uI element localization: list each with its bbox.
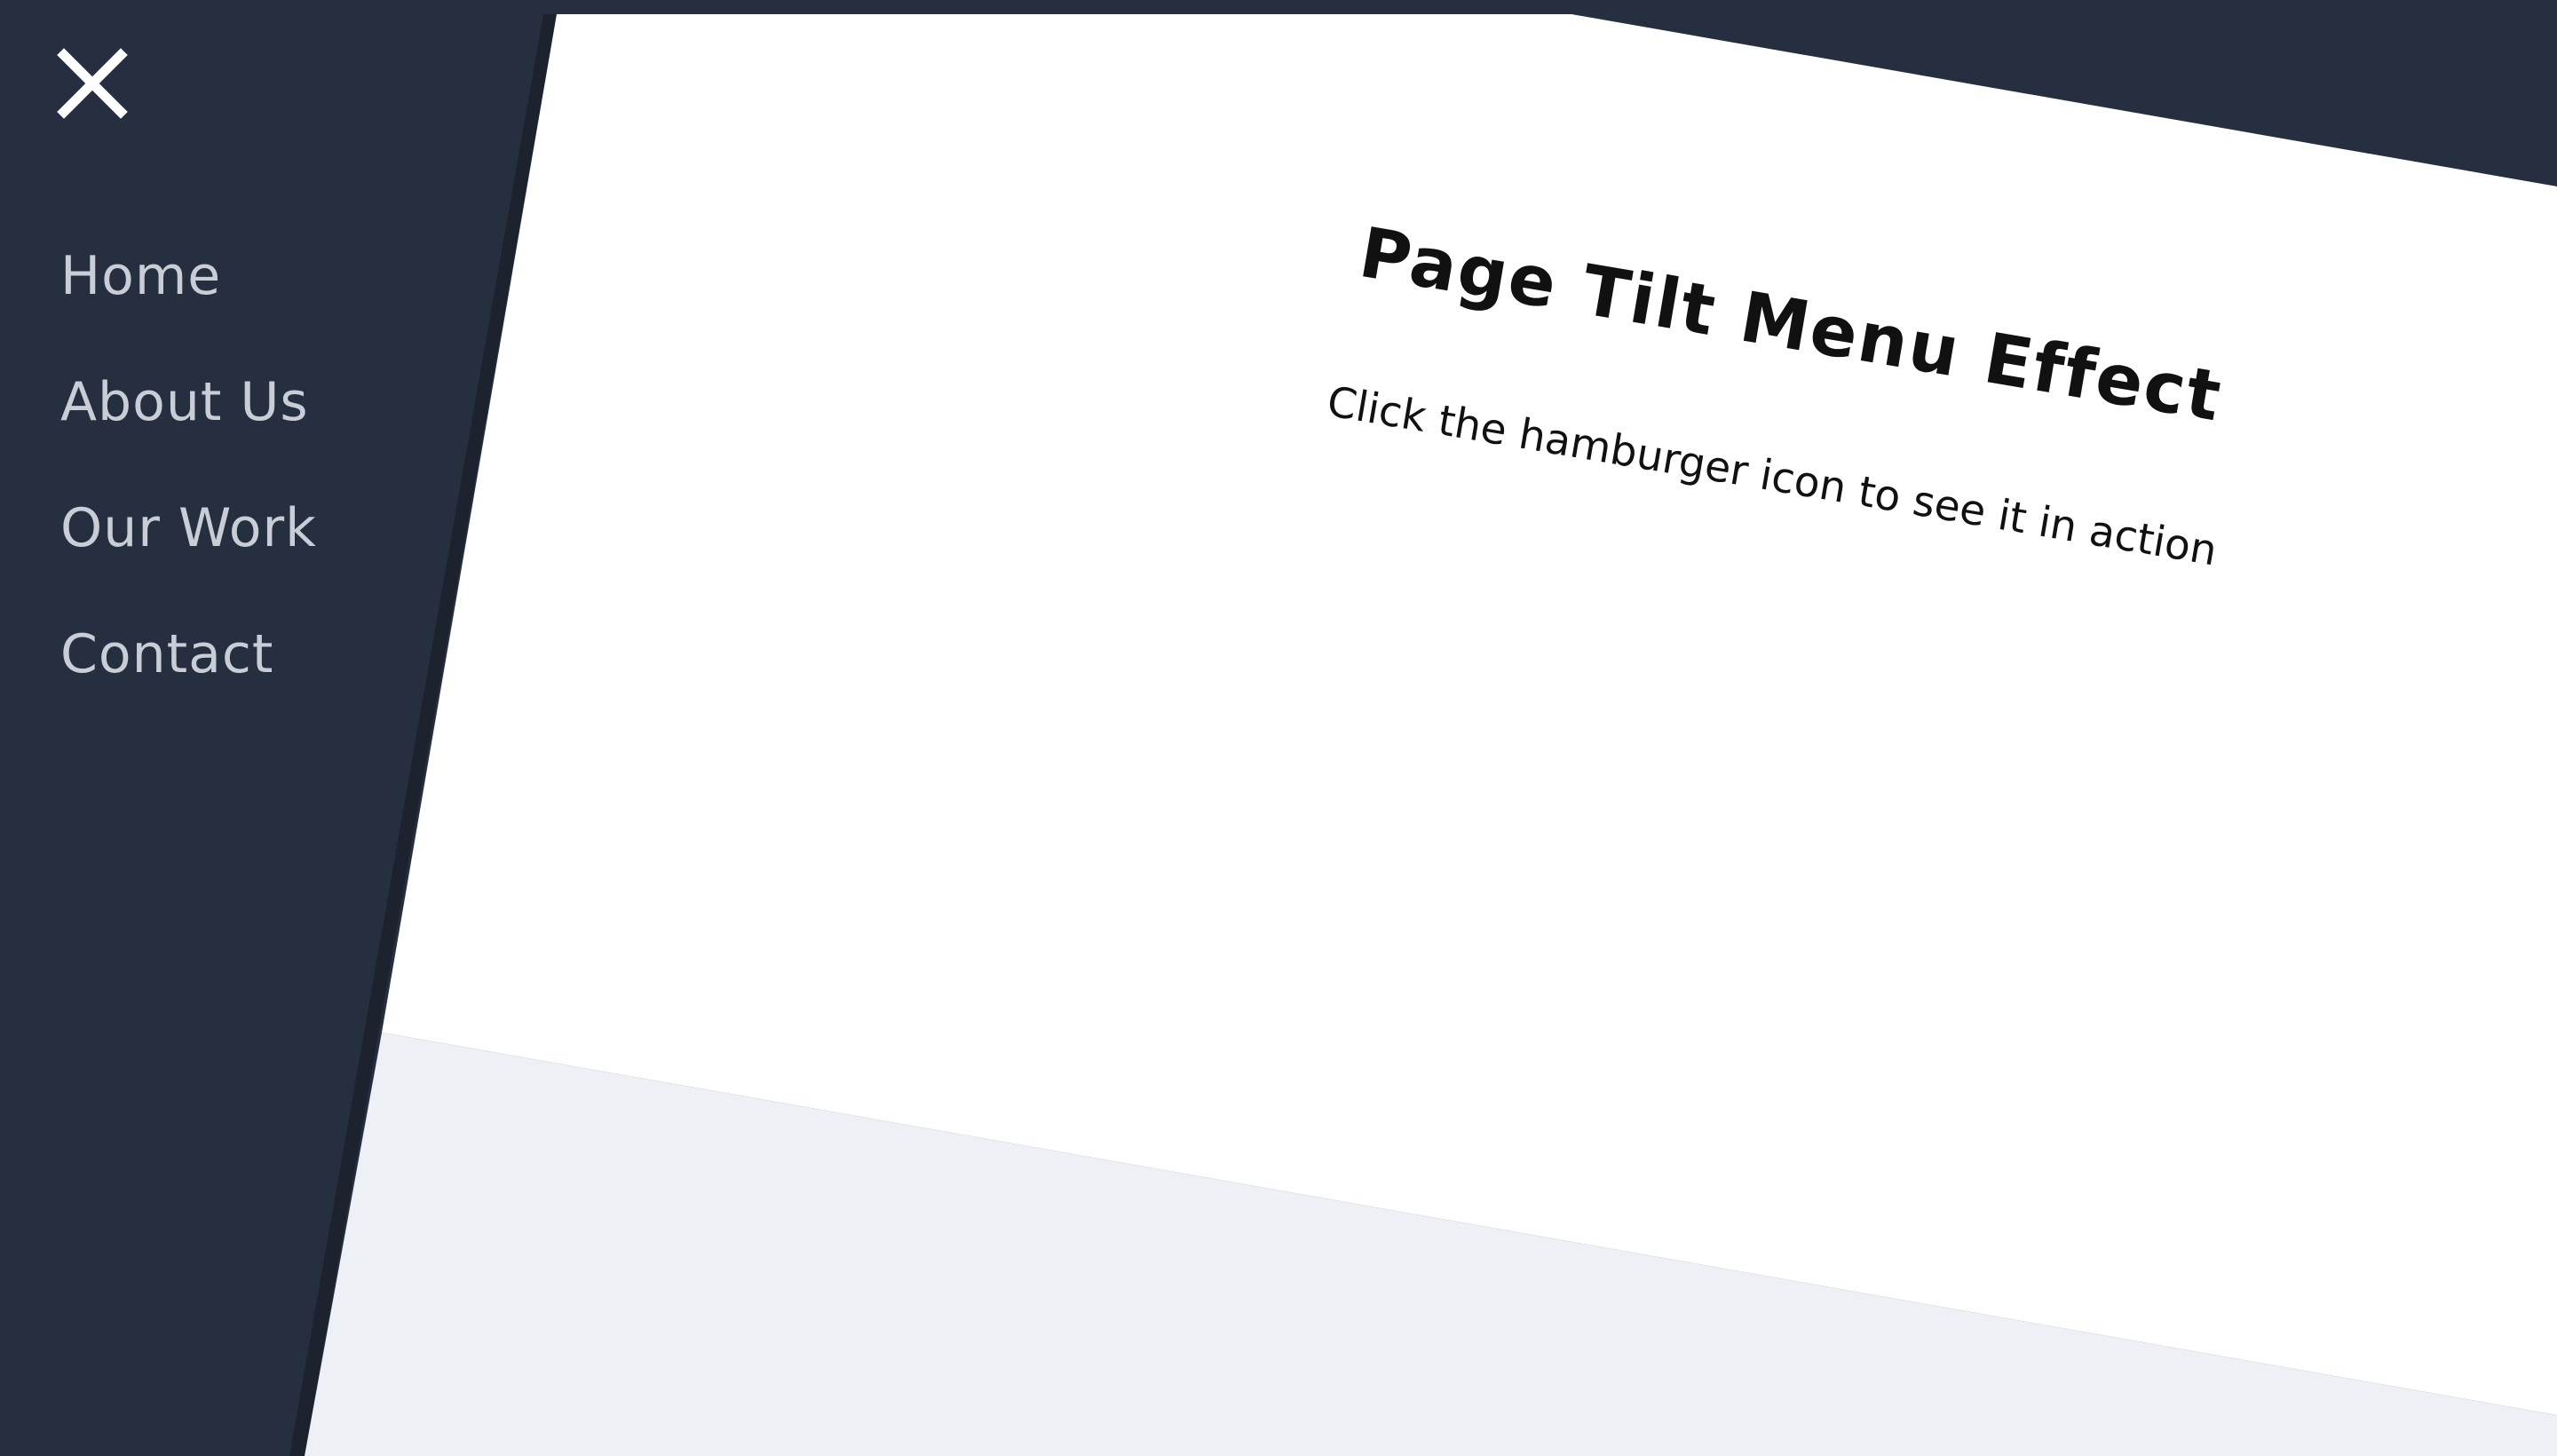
menu-link-our-work[interactable]: Our Work	[60, 497, 317, 559]
menu-item-contact: Contact	[60, 591, 317, 717]
menu-item-about-us: About Us	[60, 339, 317, 465]
menu-item-home: Home	[60, 213, 317, 339]
close-icon	[57, 48, 128, 119]
menu-link-contact[interactable]: Contact	[60, 623, 273, 685]
menu-item-our-work: Our Work	[60, 465, 317, 591]
menu-link-home[interactable]: Home	[60, 245, 221, 307]
viewport: Page Tilt Menu Effect Click the hamburge…	[0, 0, 2557, 1456]
side-menu: Home About Us Our Work Contact	[0, 0, 533, 1456]
menu-link-about-us[interactable]: About Us	[60, 371, 309, 433]
menu-list: Home About Us Our Work Contact	[60, 213, 317, 717]
close-button[interactable]	[57, 48, 128, 119]
